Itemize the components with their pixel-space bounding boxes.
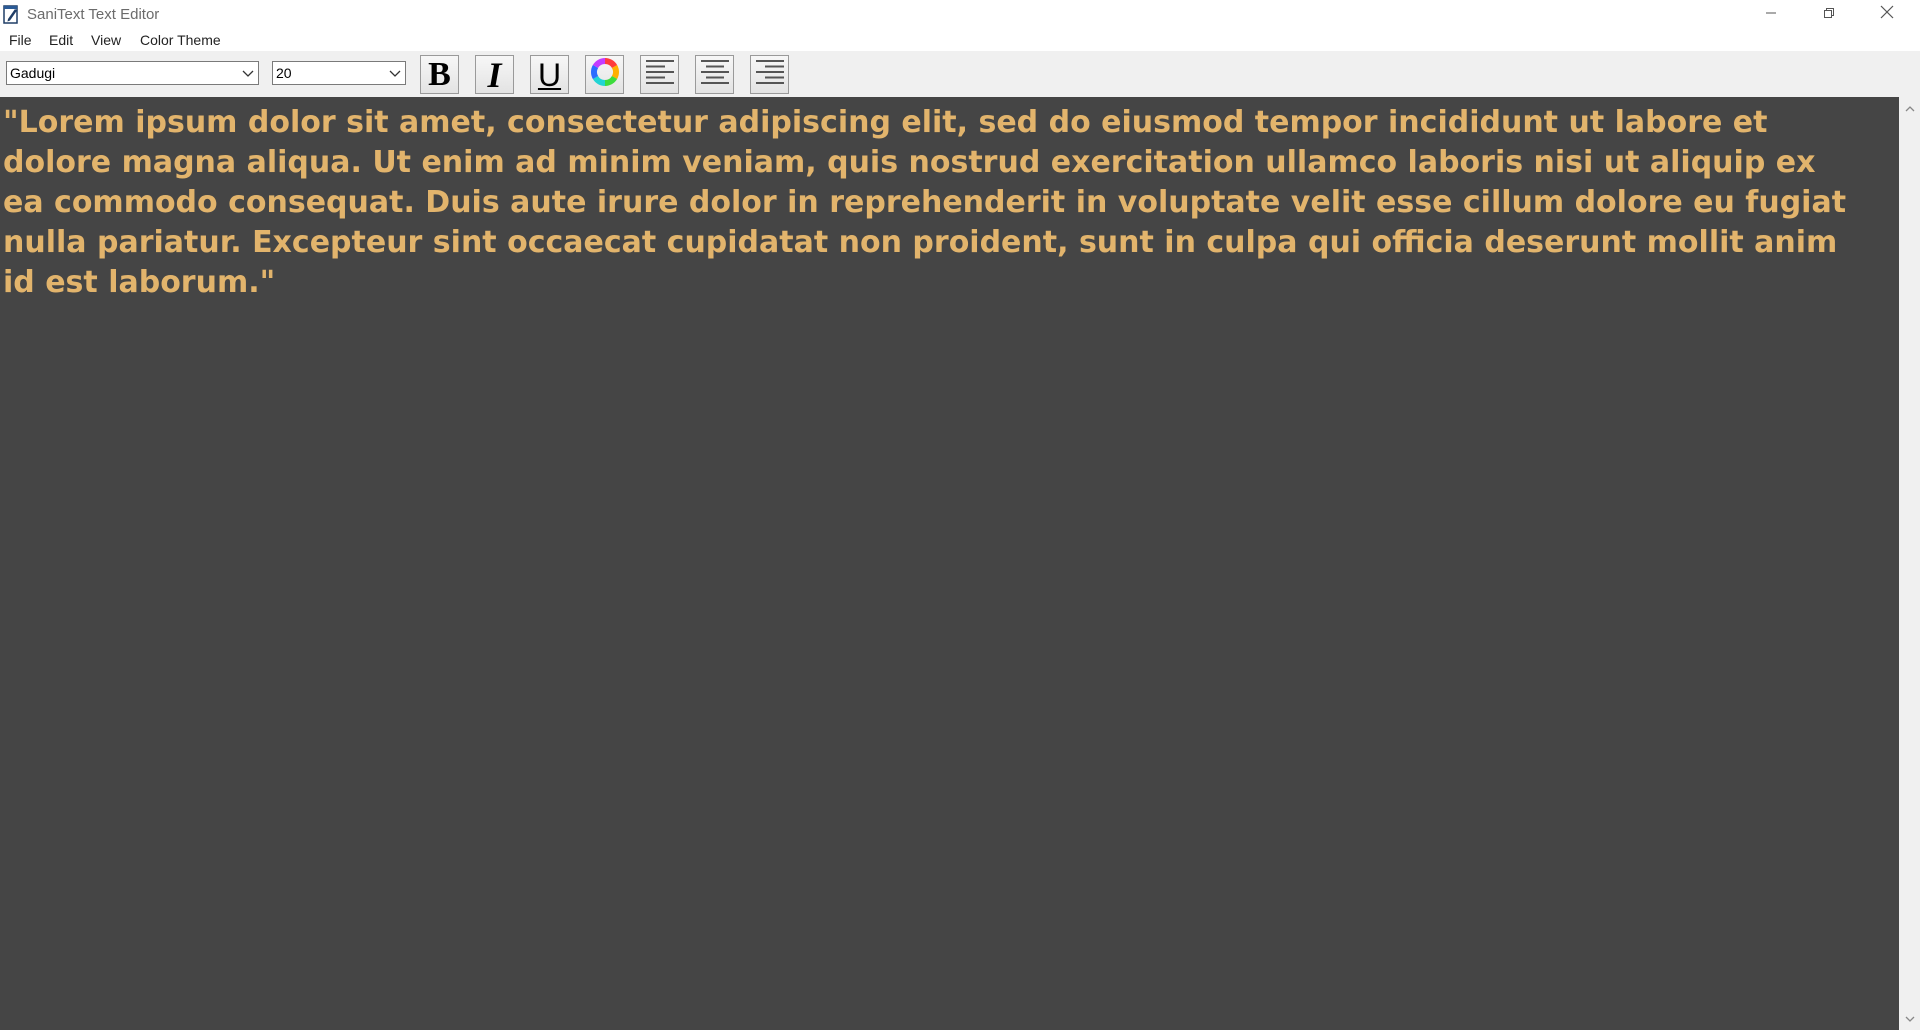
align-center-icon bbox=[700, 58, 730, 91]
window-title: SaniText Text Editor bbox=[27, 6, 160, 23]
chevron-down-icon bbox=[240, 65, 256, 81]
scroll-down-arrow-icon[interactable] bbox=[1904, 1012, 1916, 1024]
underline-button[interactable]: U bbox=[530, 55, 569, 94]
menu-file[interactable]: File bbox=[9, 32, 32, 48]
vertical-scrollbar[interactable] bbox=[1899, 97, 1920, 1030]
minimize-button[interactable] bbox=[1742, 0, 1800, 29]
restore-button[interactable] bbox=[1800, 0, 1858, 29]
menu-bar: File Edit View Color Theme bbox=[0, 29, 1920, 52]
font-size-value: 20 bbox=[276, 65, 292, 81]
bold-button[interactable]: B bbox=[420, 55, 459, 94]
scroll-up-arrow-icon[interactable] bbox=[1904, 102, 1916, 114]
minimize-icon bbox=[1765, 6, 1777, 24]
notepad-pen-icon bbox=[3, 4, 19, 24]
formatting-toolbar: Gadugi 20 B I U bbox=[0, 52, 1920, 97]
align-center-button[interactable] bbox=[695, 55, 734, 94]
color-wheel-icon bbox=[590, 57, 620, 92]
editor-content[interactable]: "Lorem ipsum dolor sit amet, consectetur… bbox=[0, 97, 1863, 303]
align-left-icon bbox=[645, 58, 675, 91]
align-right-icon bbox=[755, 58, 785, 91]
italic-icon: I bbox=[487, 54, 502, 95]
restore-icon bbox=[1823, 6, 1835, 24]
bold-icon: B bbox=[428, 55, 451, 93]
title-bar[interactable]: SaniText Text Editor bbox=[0, 0, 1920, 29]
close-icon bbox=[1880, 5, 1894, 24]
align-right-button[interactable] bbox=[750, 55, 789, 94]
menu-edit[interactable]: Edit bbox=[49, 32, 73, 48]
menu-view[interactable]: View bbox=[91, 32, 121, 48]
app-window: SaniText Text Editor File Edit View Colo… bbox=[0, 0, 1920, 1030]
text-editor-area[interactable]: "Lorem ipsum dolor sit amet, consectetur… bbox=[0, 97, 1899, 1030]
text-color-button[interactable] bbox=[585, 55, 624, 94]
underline-icon: U bbox=[537, 56, 562, 93]
close-button[interactable] bbox=[1858, 0, 1916, 29]
align-left-button[interactable] bbox=[640, 55, 679, 94]
chevron-down-icon bbox=[387, 65, 403, 81]
italic-button[interactable]: I bbox=[475, 55, 514, 94]
font-family-value: Gadugi bbox=[10, 65, 56, 81]
menu-color-theme[interactable]: Color Theme bbox=[140, 32, 221, 48]
font-family-select[interactable]: Gadugi bbox=[6, 61, 259, 85]
font-size-select[interactable]: 20 bbox=[272, 61, 406, 85]
